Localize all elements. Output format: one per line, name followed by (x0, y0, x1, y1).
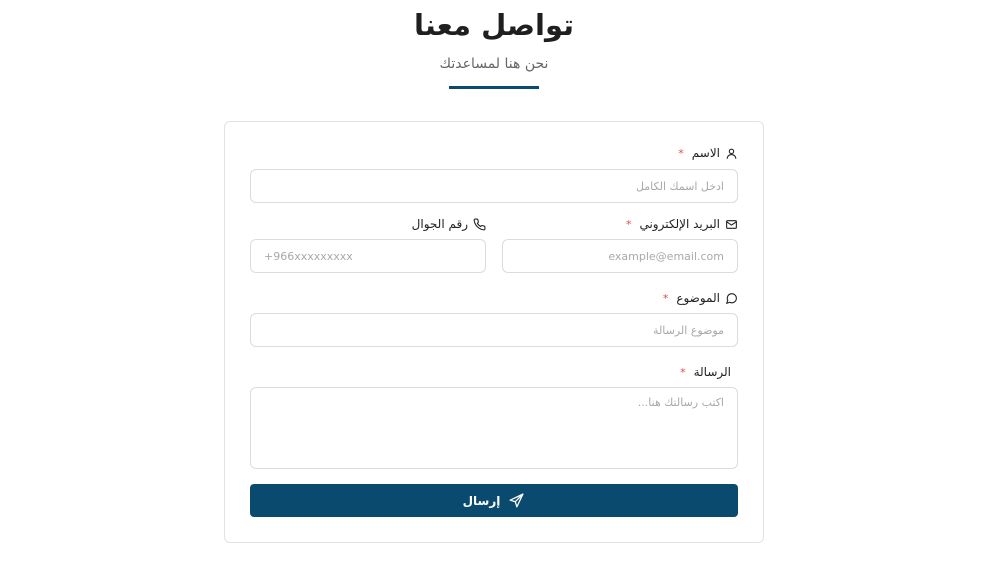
speech-bubble-icon (725, 292, 738, 305)
subject-label-text: الموضوع (676, 291, 720, 305)
message-label: الرسالة * (680, 365, 731, 379)
envelope-icon (725, 218, 738, 231)
email-input[interactable] (502, 239, 738, 273)
email-label-text: البريد الإلكتروني (639, 217, 720, 231)
subject-input[interactable] (250, 313, 738, 347)
paper-plane-icon (508, 492, 525, 509)
subject-label: الموضوع * (663, 291, 738, 305)
contact-page: تواصل معنا نحن هنا لمساعدتك الاسم * البر… (0, 0, 1000, 568)
required-mark: * (680, 365, 686, 379)
phone-icon (473, 218, 486, 231)
name-label-text: الاسم (691, 146, 720, 160)
required-mark: * (625, 217, 632, 231)
page-title: تواصل معنا (413, 8, 575, 42)
page-subtitle: نحن هنا لمساعدتك (439, 56, 549, 72)
name-input[interactable] (250, 169, 738, 203)
name-label: الاسم * (678, 146, 738, 160)
submit-button[interactable]: إرسال (250, 484, 738, 517)
submit-button-label: إرسال (462, 493, 501, 508)
required-mark: * (678, 146, 684, 160)
message-label-text: الرسالة (693, 365, 731, 379)
required-mark: * (662, 291, 669, 305)
phone-input[interactable] (250, 239, 486, 273)
user-icon (725, 147, 738, 160)
message-textarea[interactable] (250, 387, 738, 469)
phone-label: رقم الجوال (412, 217, 486, 231)
title-underline (449, 86, 539, 89)
phone-label-text: رقم الجوال (411, 217, 468, 231)
email-label: البريد الإلكتروني * (626, 217, 738, 231)
